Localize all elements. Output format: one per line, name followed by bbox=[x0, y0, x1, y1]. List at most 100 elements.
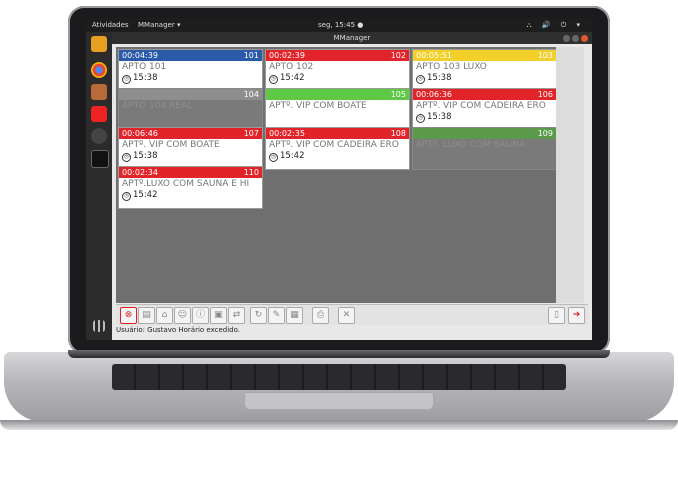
terminal-icon[interactable] bbox=[91, 150, 109, 168]
touchpad bbox=[244, 392, 434, 410]
room-number: 107 bbox=[243, 129, 259, 138]
room-card[interactable]: 109 APTº. LUXO COM SAUNA bbox=[412, 127, 557, 170]
exit-door-icon[interactable]: ▯ bbox=[548, 307, 565, 324]
rooms-panel: 00:04:39 101 APTO 101 ◷ 15:38 00:02:39 102 APTO… bbox=[116, 47, 557, 303]
room-name: APTO 104 REAL bbox=[122, 101, 193, 111]
clock-icon: ◷ bbox=[122, 153, 131, 162]
clock-icon: ◷ bbox=[269, 75, 278, 84]
chrome-icon[interactable] bbox=[91, 62, 107, 78]
room-checkin-time: ◷ 15:38 bbox=[119, 151, 262, 162]
room-card[interactable]: 00:02:34 110 APTº.LUXO COM SAUNA E HI ◷ 15:4… bbox=[118, 166, 263, 209]
room-card[interactable]: 00:06:46 107 APTº. VIP COM BOATE ◷ 15:38 bbox=[118, 127, 263, 170]
room-header: 00:02:39 102 bbox=[266, 50, 409, 61]
calculator-icon[interactable]: ▦ bbox=[286, 307, 303, 324]
room-name: APTº. VIP COM CADEIRA ERO bbox=[269, 140, 399, 150]
room-checkin-time: ◷ 15:42 bbox=[119, 190, 262, 201]
room-number: 109 bbox=[537, 129, 553, 138]
room-number: 102 bbox=[390, 51, 406, 60]
clock[interactable]: seg, 15:45 ● bbox=[318, 18, 363, 32]
card-icon[interactable]: ▤ bbox=[138, 307, 155, 324]
room-timer: 00:05:51 bbox=[416, 51, 452, 60]
room-header: 00:06:46 107 bbox=[119, 128, 262, 139]
room-header: 00:05:51 103 bbox=[413, 50, 556, 61]
clock-icon: ◷ bbox=[122, 75, 131, 84]
transfer-icon[interactable]: ⇄ bbox=[228, 307, 245, 324]
room-name: APTº. VIP COM BOATE bbox=[269, 101, 367, 111]
room-number: 103 bbox=[537, 51, 553, 60]
system-top-bar: Atividades MManager ▾ seg, 15:45 ● ⛬ 🔊 ⏻… bbox=[86, 18, 592, 32]
cancel-icon[interactable]: ⊗ bbox=[120, 307, 137, 324]
room-card[interactable]: 00:05:51 103 APTO 103 LUXO ◷ 15:38 bbox=[412, 49, 557, 92]
activities-button[interactable]: Atividades bbox=[92, 18, 129, 32]
laptop-front-edge bbox=[0, 420, 678, 430]
room-card[interactable]: 105 APTº. VIP COM BOATE bbox=[265, 88, 410, 131]
system-tray[interactable]: ⛬ 🔊 ⏻ ▾ bbox=[527, 18, 584, 32]
toolbar: ⊗ ▤ ⌂ ☺ ⓘ ▣ ⇄ ↻ ✎ ▦ ⎙ ✕ ▯ ➔ bbox=[116, 304, 588, 325]
room-card[interactable]: 104 APTO 104 REAL bbox=[118, 88, 263, 131]
room-number: 108 bbox=[390, 129, 406, 138]
room-number: 106 bbox=[537, 90, 553, 99]
software-center-icon[interactable] bbox=[91, 128, 107, 144]
room-number: 101 bbox=[243, 51, 259, 60]
room-header: 104 bbox=[119, 89, 262, 100]
room-timer: 00:06:36 bbox=[416, 90, 452, 99]
tools-icon[interactable]: ✕ bbox=[338, 307, 355, 324]
room-header: 105 bbox=[266, 89, 409, 100]
room-number: 110 bbox=[243, 168, 259, 177]
maximize-icon[interactable] bbox=[572, 35, 579, 42]
refresh-icon[interactable]: ↻ bbox=[250, 307, 267, 324]
mmanager-launcher-icon[interactable] bbox=[91, 36, 107, 52]
minimize-icon[interactable] bbox=[563, 35, 570, 42]
room-header: 109 bbox=[413, 128, 556, 139]
room-header: 00:06:36 106 bbox=[413, 89, 556, 100]
print-icon[interactable]: ⎙ bbox=[312, 307, 329, 324]
anydesk-icon[interactable] bbox=[91, 106, 107, 122]
room-number: 104 bbox=[243, 90, 259, 99]
room-timer: 00:02:39 bbox=[269, 51, 305, 60]
edit-icon[interactable]: ✎ bbox=[268, 307, 285, 324]
room-number: 105 bbox=[390, 90, 406, 99]
room-timer: 00:02:34 bbox=[122, 168, 158, 177]
room-timer: 00:02:35 bbox=[269, 129, 305, 138]
room-checkin-time: ◷ 15:38 bbox=[413, 112, 556, 123]
room-card[interactable]: 00:04:39 101 APTO 101 ◷ 15:38 bbox=[118, 49, 263, 92]
mmanager-window: MManager 00:04:39 101 APTO 101 ◷ 15:38 00:02:… bbox=[112, 32, 592, 340]
close-icon[interactable] bbox=[581, 35, 588, 42]
side-panel bbox=[556, 47, 584, 303]
window-titlebar: MManager bbox=[112, 32, 592, 44]
clock-icon: ◷ bbox=[269, 153, 278, 162]
files-icon[interactable] bbox=[91, 84, 107, 100]
id-card-icon[interactable]: ▣ bbox=[210, 307, 227, 324]
people-icon[interactable]: ☺ bbox=[174, 307, 191, 324]
room-name: APTO 101 bbox=[122, 62, 167, 72]
room-name: APTº. VIP COM BOATE bbox=[122, 140, 220, 150]
room-header: 00:02:35 108 bbox=[266, 128, 409, 139]
clock-icon: ◷ bbox=[122, 192, 131, 201]
clock-icon: ◷ bbox=[416, 114, 425, 123]
room-card[interactable]: 00:02:35 108 APTº. VIP COM CADEIRA ERO ◷ 15:… bbox=[265, 127, 410, 170]
logout-icon[interactable]: ➔ bbox=[568, 307, 585, 324]
info-icon[interactable]: ⓘ bbox=[192, 307, 209, 324]
room-card[interactable]: 00:02:39 102 APTO 102 ◷ 15:42 bbox=[265, 49, 410, 92]
room-name: APTº. VIP COM CADEIRA ERO bbox=[416, 101, 546, 111]
clock-icon: ◷ bbox=[416, 75, 425, 84]
room-name: APTO 103 LUXO bbox=[416, 62, 487, 72]
room-name: APTº.LUXO COM SAUNA E HI bbox=[122, 179, 250, 189]
laptop-hinge bbox=[68, 350, 610, 358]
room-checkin-time: ◷ 15:38 bbox=[119, 73, 262, 84]
dock bbox=[86, 32, 112, 340]
room-header: 00:04:39 101 bbox=[119, 50, 262, 61]
window-title: MManager bbox=[333, 34, 371, 42]
room-timer: 00:04:39 bbox=[122, 51, 158, 60]
keyboard bbox=[112, 364, 566, 390]
room-checkin-time: ◷ 15:42 bbox=[266, 73, 409, 84]
home-icon[interactable]: ⌂ bbox=[156, 307, 173, 324]
status-bar: Usuário: Gustavo Horário excedido. bbox=[116, 326, 240, 334]
room-card[interactable]: 00:06:36 106 APTº. VIP COM CADEIRA ERO ◷ 15:… bbox=[412, 88, 557, 131]
room-header: 00:02:34 110 bbox=[119, 167, 262, 178]
room-checkin-time: ◷ 15:38 bbox=[413, 73, 556, 84]
room-checkin-time: ◷ 15:42 bbox=[266, 151, 409, 162]
show-apps-icon[interactable] bbox=[93, 320, 105, 332]
app-menu[interactable]: MManager ▾ bbox=[138, 18, 180, 32]
room-name: APTO 102 bbox=[269, 62, 314, 72]
